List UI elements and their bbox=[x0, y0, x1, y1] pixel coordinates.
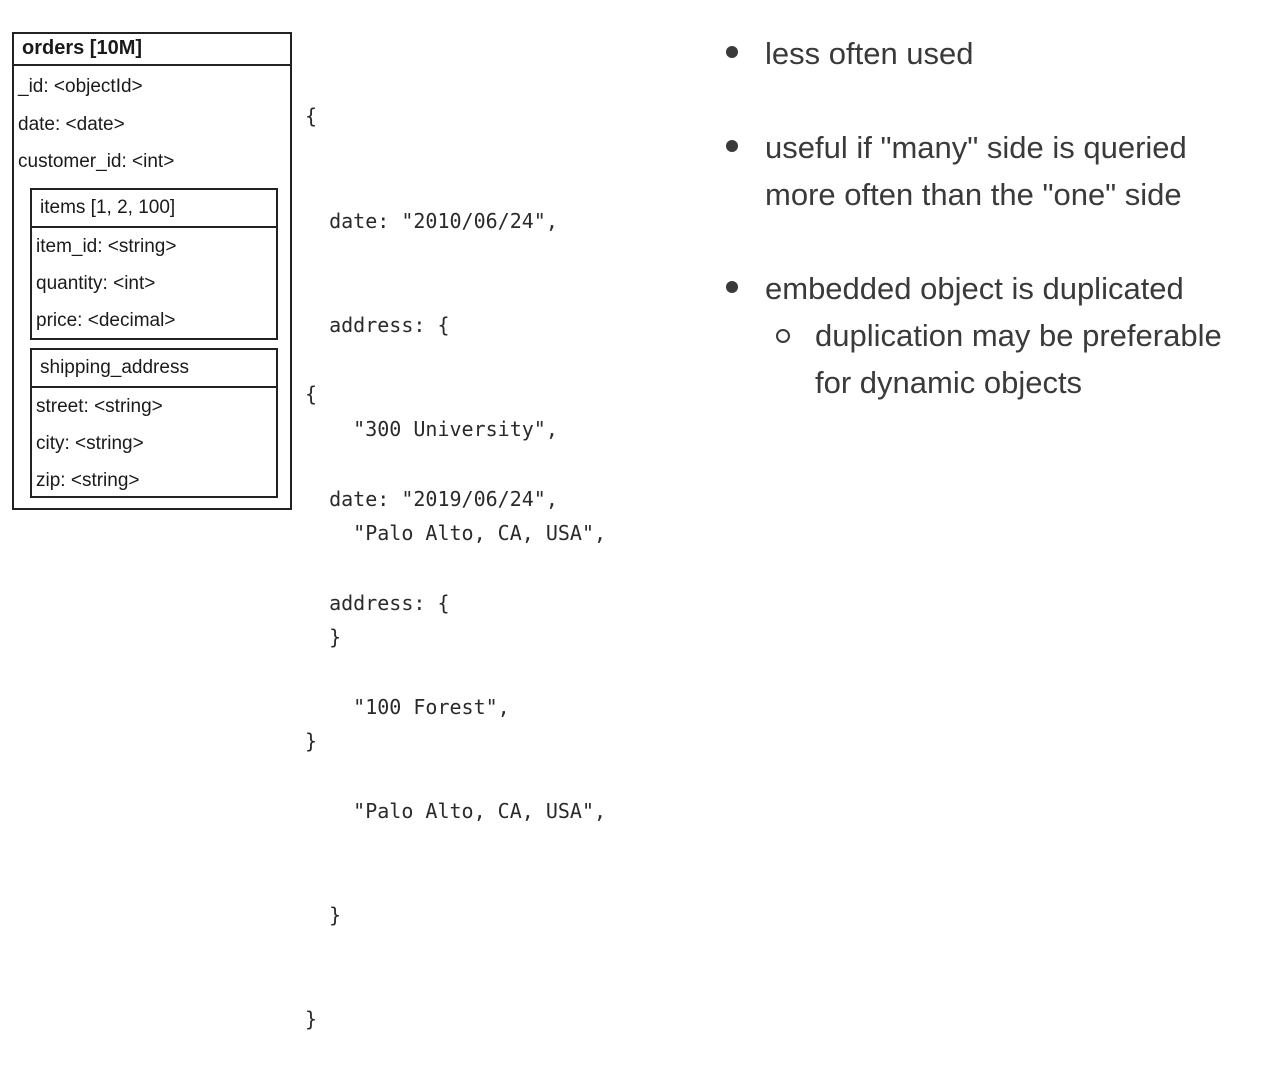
field-id: _id: <objectId> bbox=[18, 76, 143, 97]
items-subdocument-box: items [1, 2, 100] item_id: <string> quan… bbox=[30, 188, 278, 340]
sub-bullet-ring-icon bbox=[776, 329, 790, 343]
field-zip: zip: <string> bbox=[36, 470, 140, 491]
sub-bullet-text: for dynamic objects bbox=[815, 365, 1083, 400]
code-line: } bbox=[305, 1006, 318, 1031]
orders-schema-title: orders [10M] bbox=[14, 34, 290, 66]
bullet-dot-icon bbox=[726, 281, 738, 293]
field-city: city: <string> bbox=[36, 433, 144, 454]
field-customer-id: customer_id: <int> bbox=[18, 151, 175, 172]
bullet-text: more often than the "one" side bbox=[765, 177, 1182, 212]
shipping-address-subdocument-box: shipping_address street: <string> city: … bbox=[30, 348, 278, 498]
code-line: } bbox=[305, 902, 342, 927]
code-sample-2: { date: "2019/06/24", address: { "100 Fo… bbox=[305, 308, 606, 1071]
items-subdocument-title: items [1, 2, 100] bbox=[32, 190, 276, 228]
code-line: "Palo Alto, CA, USA", bbox=[305, 798, 607, 823]
field-street: street: <string> bbox=[36, 396, 163, 417]
field-date: date: <date> bbox=[18, 113, 125, 135]
bullet-text: embedded object is duplicated bbox=[765, 271, 1184, 306]
code-line: date: "2010/06/24", bbox=[305, 208, 558, 233]
code-line: { bbox=[305, 382, 318, 407]
field-quantity: quantity: <int> bbox=[36, 273, 156, 294]
code-line: date: "2019/06/24", bbox=[305, 486, 558, 511]
orders-schema-box: orders [10M] _id: <objectId> date: <date… bbox=[12, 32, 292, 510]
code-line: address: { bbox=[305, 590, 450, 615]
orders-fields: _id: <objectId> date: <date> customer_id… bbox=[14, 68, 290, 181]
bullet-text: useful if "many" side is queried bbox=[765, 130, 1187, 165]
sub-bullet-text: duplication may be preferable bbox=[815, 318, 1222, 353]
code-line: "100 Forest", bbox=[305, 694, 510, 719]
bullet-text: less often used bbox=[765, 36, 974, 71]
bullet-dot-icon bbox=[726, 140, 738, 152]
shipping-address-subdocument-title: shipping_address bbox=[32, 350, 276, 388]
field-price: price: <decimal> bbox=[36, 310, 176, 331]
bullet-dot-icon bbox=[726, 46, 738, 58]
code-line: { bbox=[305, 104, 318, 129]
field-item-id: item_id: <string> bbox=[36, 236, 177, 257]
